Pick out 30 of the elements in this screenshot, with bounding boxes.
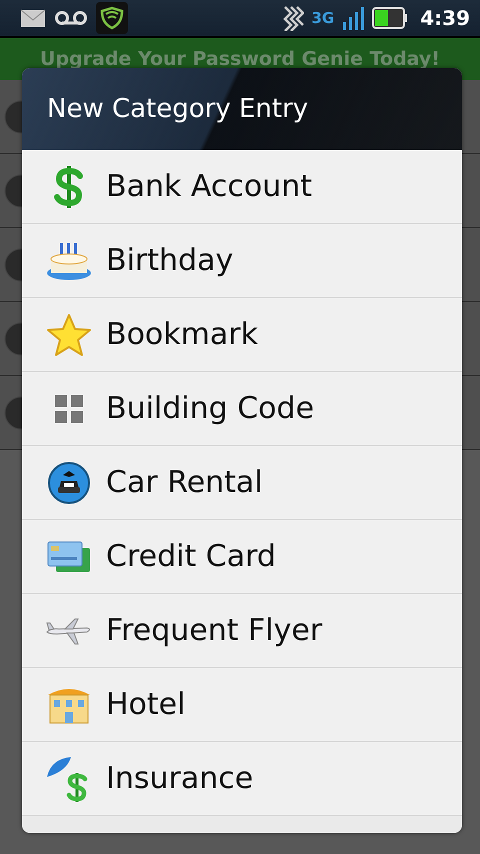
- category-label: Car Rental: [106, 465, 263, 500]
- category-item[interactable]: Insurance: [22, 742, 462, 816]
- category-label: Birthday: [106, 243, 234, 278]
- battery-icon: [372, 7, 408, 29]
- category-label: Credit Card: [106, 539, 276, 574]
- dialog-title: New Category Entry: [47, 94, 308, 124]
- cake-icon: [44, 240, 94, 280]
- category-item[interactable]: Frequent Flyer: [22, 594, 462, 668]
- mail-icon: [20, 7, 46, 29]
- category-label: Insurance: [106, 761, 254, 796]
- signal-icon: [342, 6, 364, 30]
- category-item[interactable]: Building Code: [22, 372, 462, 446]
- clock-time: 4:39: [420, 6, 470, 30]
- shield-icon: [96, 2, 128, 34]
- category-item[interactable]: Bookmark: [22, 298, 462, 372]
- category-label: Hotel: [106, 687, 186, 722]
- category-item[interactable]: Birthday: [22, 224, 462, 298]
- category-item[interactable]: Bank Account: [22, 150, 462, 224]
- category-item[interactable]: Car Rental: [22, 446, 462, 520]
- category-label: Building Code: [106, 391, 314, 426]
- sync-icon: [282, 5, 304, 31]
- network-type: 3G: [312, 9, 334, 27]
- category-label: Bookmark: [106, 317, 258, 352]
- star-icon: [44, 312, 94, 356]
- category-item[interactable]: Hotel: [22, 668, 462, 742]
- category-item[interactable]: Credit Card: [22, 520, 462, 594]
- category-label: Frequent Flyer: [106, 613, 322, 648]
- voicemail-icon: [54, 10, 88, 26]
- category-label: Bank Account: [106, 169, 312, 204]
- banner-text: Upgrade Your Password Genie Today!: [40, 48, 440, 70]
